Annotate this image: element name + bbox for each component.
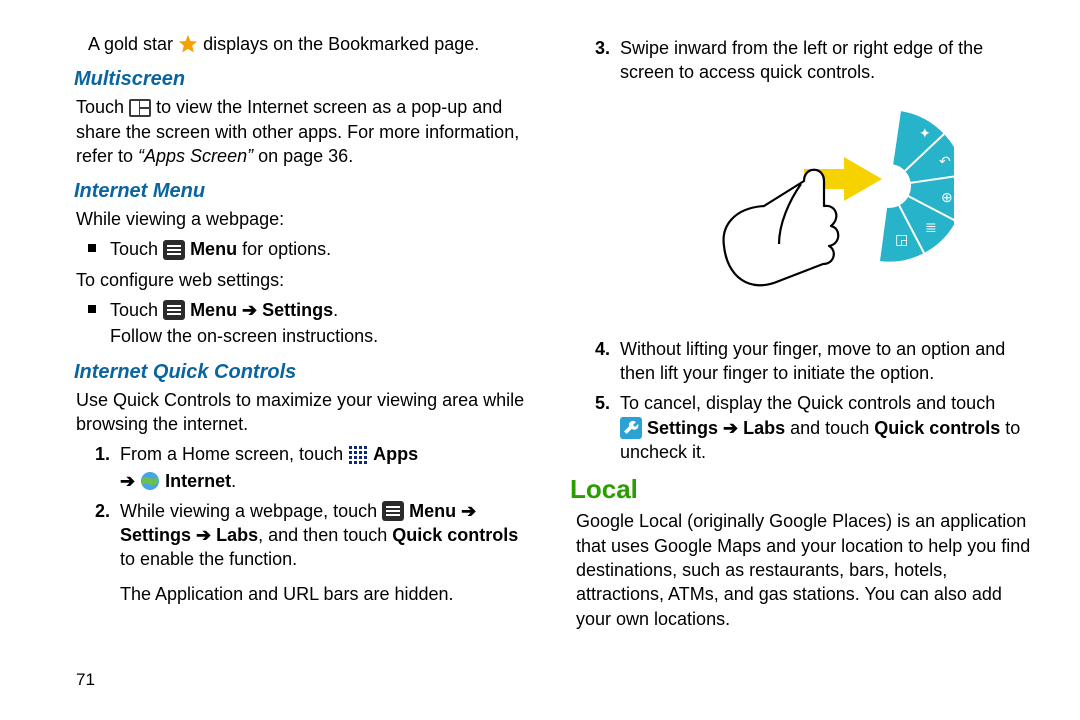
page-number: 71 <box>76 669 95 692</box>
svg-text:⊕: ⊕ <box>941 189 953 205</box>
bullet-icon <box>88 305 96 313</box>
text: A gold star <box>88 34 178 54</box>
quick-controls-label: Quick controls <box>874 418 1000 438</box>
step-body: Without lifting your finger, move to an … <box>620 337 1032 386</box>
menu-config-intro: To configure web settings: <box>76 268 532 292</box>
step-body: To cancel, display the Quick controls an… <box>620 391 1032 464</box>
text: and touch <box>790 418 874 438</box>
quick-controls-label: Quick controls <box>392 525 518 545</box>
follow-instructions: Follow the on-screen instructions. <box>110 324 378 348</box>
qc-intro: Use Quick Controls to maximize your view… <box>76 388 532 437</box>
step-body: Swipe inward from the left or right edge… <box>620 36 1032 85</box>
text: , and then touch <box>258 525 392 545</box>
quick-controls-figure: ✦ ↶ ⊕ ≣ ◲ <box>576 91 1032 327</box>
apps-grid-icon <box>348 445 368 465</box>
goldstar-line: A gold star displays on the Bookmarked p… <box>88 32 532 56</box>
bullet-item: Touch Menu for options. <box>88 237 532 261</box>
svg-text:✦: ✦ <box>919 125 931 141</box>
arrow-icon: ➔ <box>120 471 140 491</box>
apps-label: Apps <box>373 444 418 464</box>
menu-icon <box>163 240 185 260</box>
text: on page 36. <box>258 146 353 166</box>
step-number: 1. <box>88 442 110 493</box>
menu-settings-label: Menu ➔ Settings <box>190 300 333 320</box>
step-number: 4. <box>588 337 610 386</box>
text: for options. <box>242 239 331 259</box>
step-number: 3. <box>588 36 610 85</box>
step-body: From a Home screen, touch Apps ➔ <box>120 442 532 493</box>
text: Touch <box>110 300 163 320</box>
list-item: 5. To cancel, display the Quick controls… <box>588 391 1032 464</box>
bullet-item: Touch Menu ➔ Settings. Follow the on-scr… <box>88 298 532 349</box>
text: ➔ Labs <box>196 525 258 545</box>
bullet-icon <box>88 244 96 252</box>
menu-icon <box>382 501 404 521</box>
text: From a Home screen, touch <box>120 444 348 464</box>
svg-text:≣: ≣ <box>925 219 937 235</box>
heading-multiscreen: Multiscreen <box>74 66 532 93</box>
svg-text:◲: ◲ <box>895 231 908 247</box>
menu-label: Menu <box>190 239 237 259</box>
text: While viewing a webpage, touch <box>120 501 382 521</box>
list-item: 1. From a Home screen, touch Apps <box>88 442 532 493</box>
heading-internet-menu: Internet Menu <box>74 178 532 205</box>
labs-label: ➔ Labs <box>196 525 258 545</box>
text: To cancel, display the Quick controls an… <box>620 393 995 413</box>
heading-local: Local <box>570 472 1032 507</box>
multiscreen-para: Touch to view the Internet screen as a p… <box>76 95 532 168</box>
step-number: 2. <box>88 499 110 606</box>
text: . <box>333 300 338 320</box>
text: . <box>231 471 236 491</box>
menu-icon <box>163 300 185 320</box>
step-number: 5. <box>588 391 610 464</box>
local-para: Google Local (originally Google Places) … <box>576 509 1032 630</box>
apps-screen-ref: “Apps Screen” <box>138 146 253 166</box>
star-icon <box>178 34 198 54</box>
multiscreen-icon <box>129 99 151 117</box>
settings-labs-label: Settings ➔ Labs <box>647 418 785 438</box>
text: Touch <box>76 97 129 117</box>
list-item: 2. While viewing a webpage, touch Menu ➔… <box>88 499 532 606</box>
step-body: While viewing a webpage, touch Menu ➔ Se… <box>120 499 532 606</box>
text: to enable the function. <box>120 549 297 569</box>
wrench-icon <box>620 417 642 439</box>
globe-icon <box>140 471 160 491</box>
text: displays on the Bookmarked page. <box>203 34 479 54</box>
svg-text:↶: ↶ <box>939 153 951 169</box>
bullet-body: Touch Menu for options. <box>110 237 331 261</box>
list-item: 3. Swipe inward from the left or right e… <box>588 36 1032 85</box>
text: Touch <box>110 239 163 259</box>
list-item: 4. Without lifting your finger, move to … <box>588 337 1032 386</box>
menu-intro: While viewing a webpage: <box>76 207 532 231</box>
internet-label: Internet <box>165 471 231 491</box>
heading-quick-controls: Internet Quick Controls <box>74 359 532 386</box>
qc-subnote: The Application and URL bars are hidden. <box>120 582 532 606</box>
bullet-body: Touch Menu ➔ Settings. Follow the on-scr… <box>110 298 378 349</box>
